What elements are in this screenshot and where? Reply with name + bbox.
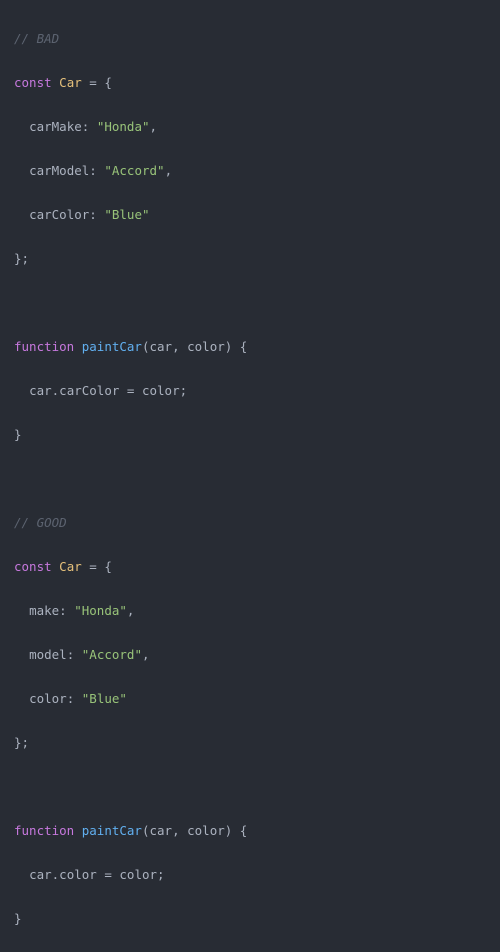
- blank-line: [14, 776, 486, 798]
- keyword-const: const: [14, 75, 52, 90]
- prop-key: color: [29, 691, 67, 706]
- code-line: };: [14, 248, 486, 270]
- code-line: carMake: "Honda",: [14, 116, 486, 138]
- space: [74, 823, 82, 838]
- comma: ,: [142, 647, 150, 662]
- colon: :: [82, 119, 97, 134]
- code-line: const Car = {: [14, 72, 486, 94]
- comma: ,: [165, 163, 173, 178]
- body-right: = color;: [119, 383, 187, 398]
- code-line: // BAD: [14, 28, 486, 50]
- keyword-const: const: [14, 559, 52, 574]
- string: "Honda": [74, 603, 127, 618]
- space: [74, 339, 82, 354]
- colon: :: [89, 207, 104, 222]
- prop-key: model: [29, 647, 67, 662]
- prop-key: make: [29, 603, 59, 618]
- prop-key: carModel: [29, 163, 89, 178]
- code-line: car.color = color;: [14, 864, 486, 886]
- colon: :: [89, 163, 104, 178]
- code-line: carColor: "Blue": [14, 204, 486, 226]
- code-line: const Car = {: [14, 556, 486, 578]
- colon: :: [59, 603, 74, 618]
- dot: .: [52, 867, 60, 882]
- colon: :: [67, 647, 82, 662]
- comment-good: // GOOD: [14, 515, 67, 530]
- fn-close: }: [14, 911, 22, 926]
- space: [52, 559, 60, 574]
- code-line: car.carColor = color;: [14, 380, 486, 402]
- string: "Honda": [97, 119, 150, 134]
- string: "Accord": [82, 647, 142, 662]
- code-line: make: "Honda",: [14, 600, 486, 622]
- string: "Accord": [104, 163, 164, 178]
- body-right: = color;: [97, 867, 165, 882]
- blank-line: [14, 292, 486, 314]
- string: "Blue": [82, 691, 127, 706]
- code-line: model: "Accord",: [14, 644, 486, 666]
- code-line: }: [14, 424, 486, 446]
- code-line: function paintCar(car, color) {: [14, 336, 486, 358]
- body-left: car: [29, 383, 52, 398]
- body-prop: carColor: [59, 383, 119, 398]
- comma: ,: [150, 119, 158, 134]
- obj-close: };: [14, 251, 29, 266]
- string: "Blue": [104, 207, 149, 222]
- prop-key: carColor: [29, 207, 89, 222]
- eq-open: = {: [82, 75, 112, 90]
- code-line: // GOOD: [14, 512, 486, 534]
- code-line: };: [14, 732, 486, 754]
- keyword-function: function: [14, 339, 74, 354]
- body-left: car: [29, 867, 52, 882]
- obj-close: };: [14, 735, 29, 750]
- var-car: Car: [59, 75, 82, 90]
- keyword-function: function: [14, 823, 74, 838]
- fn-close: }: [14, 427, 22, 442]
- body-prop: color: [59, 867, 97, 882]
- code-block: // BAD const Car = { carMake: "Honda", c…: [14, 6, 486, 952]
- var-car: Car: [59, 559, 82, 574]
- fn-name: paintCar: [82, 823, 142, 838]
- code-line: color: "Blue": [14, 688, 486, 710]
- code-line: carModel: "Accord",: [14, 160, 486, 182]
- colon: :: [67, 691, 82, 706]
- prop-key: carMake: [29, 119, 82, 134]
- comma: ,: [127, 603, 135, 618]
- blank-line: [14, 468, 486, 490]
- eq-open: = {: [82, 559, 112, 574]
- comment-bad: // BAD: [14, 31, 59, 46]
- code-line: }: [14, 908, 486, 930]
- fn-params: (car, color) {: [142, 339, 247, 354]
- fn-name: paintCar: [82, 339, 142, 354]
- code-line: function paintCar(car, color) {: [14, 820, 486, 842]
- fn-params: (car, color) {: [142, 823, 247, 838]
